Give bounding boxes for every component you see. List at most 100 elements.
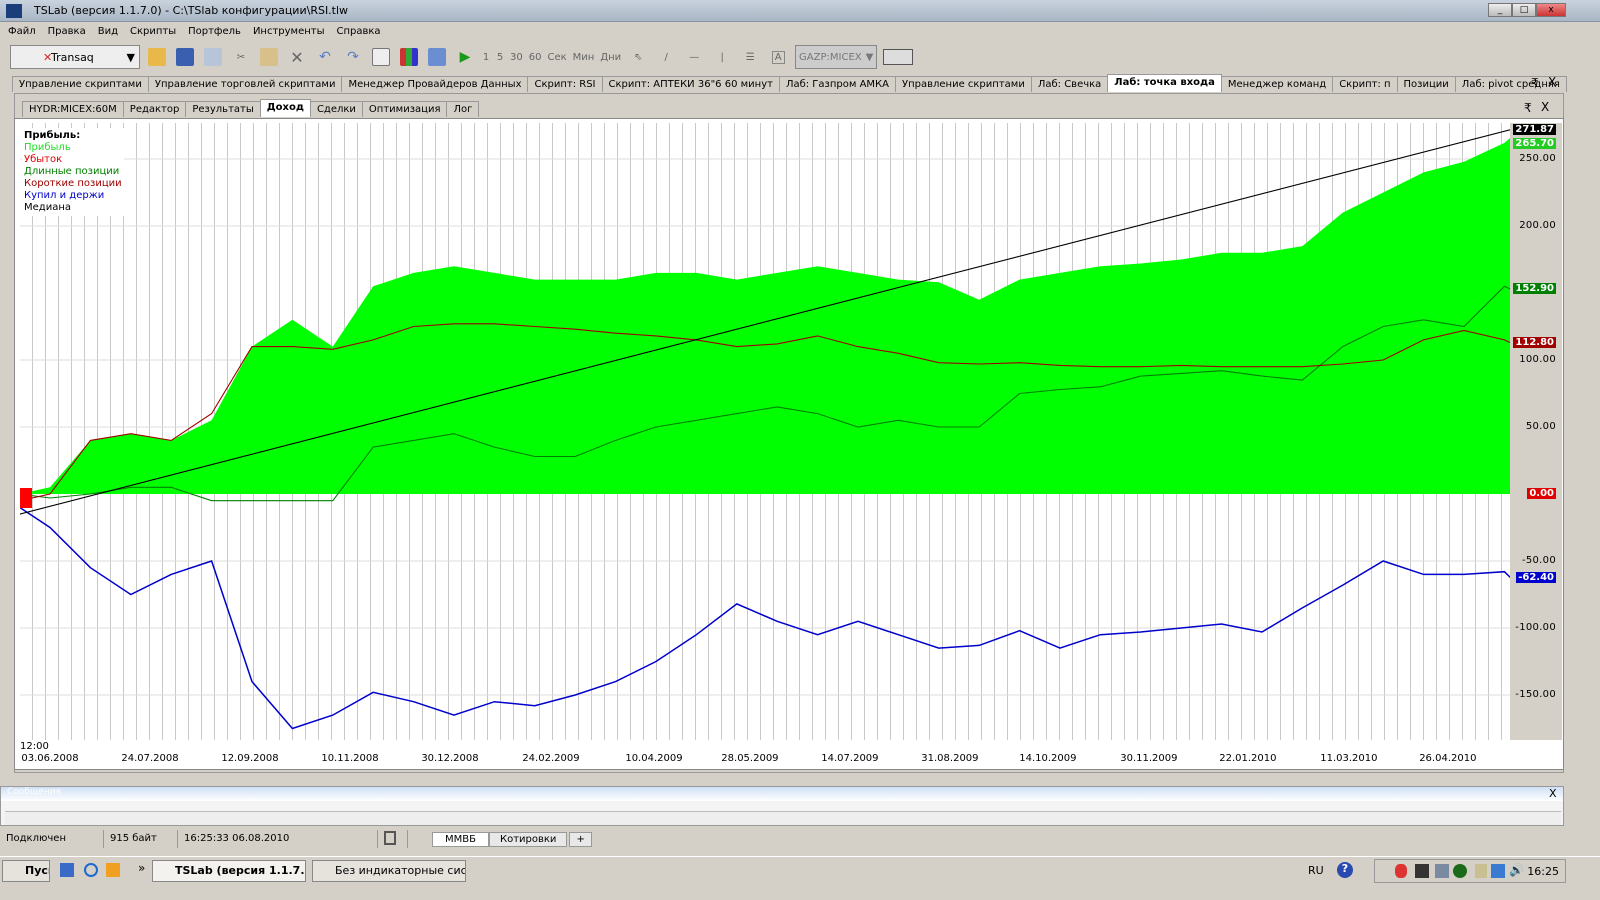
panel-close-button[interactable]: X — [1541, 100, 1549, 114]
connector-label: Transaq — [51, 50, 94, 64]
last-value-tag-2: 112.80 — [1513, 336, 1556, 348]
symbol-select[interactable]: GAZP:MICEX ▼ — [795, 45, 878, 69]
document-tab-8[interactable]: Лаб: точка входа — [1107, 74, 1222, 92]
run-button[interactable]: ▶ — [454, 45, 476, 69]
document-tab-7[interactable]: Лаб: Свечка — [1030, 76, 1109, 92]
language-indicator[interactable]: RU — [1308, 864, 1324, 877]
paste-button[interactable] — [258, 45, 280, 69]
lab-tab-2[interactable]: Результаты — [185, 101, 261, 117]
quicklaunch-chevron[interactable]: » — [138, 861, 145, 875]
redo-button[interactable]: ↷ — [342, 45, 364, 69]
interval-5[interactable]: 5 — [496, 45, 504, 69]
add-tab-button[interactable]: + — [569, 831, 592, 847]
lab-tab-5[interactable]: Оптимизация — [361, 101, 448, 117]
volume-icon[interactable]: 🔊 — [1509, 863, 1524, 877]
lab-tab-0[interactable]: HYDR:MICEX:60M — [22, 101, 124, 117]
line-tool[interactable]: / — [655, 45, 677, 69]
delete-button[interactable]: ✕ — [286, 45, 308, 69]
x-tick-label: 24.02.2009 — [522, 753, 580, 764]
text-tool[interactable]: A — [767, 45, 789, 69]
unit-days[interactable]: Дни — [600, 45, 621, 69]
rocket-icon[interactable] — [1435, 864, 1449, 878]
media-player-icon[interactable] — [106, 863, 120, 877]
y-tick-label: -50.00 — [1521, 555, 1556, 566]
ie-icon[interactable] — [84, 863, 98, 877]
unit-seconds[interactable]: Сек — [547, 45, 566, 69]
y-tick-label: 250.00 — [1519, 153, 1556, 164]
interval-1[interactable]: 1 — [482, 45, 490, 69]
unit-minutes[interactable]: Мин — [573, 45, 595, 69]
color-picker[interactable] — [883, 49, 914, 65]
document-tab-2[interactable]: Менеджер Провайдеров Данных — [341, 76, 529, 92]
diagram-button[interactable] — [426, 45, 448, 69]
tab-quotes[interactable]: Котировки — [488, 831, 568, 847]
fibonacci-tool[interactable]: ☰ — [739, 45, 761, 69]
menu-scripts[interactable]: Скрипты — [130, 23, 176, 41]
document-tab-4[interactable]: Скрипт: АПТЕКИ 36"6 60 минут — [601, 76, 780, 92]
menu-bar: Файл Правка Вид Скрипты Портфель Инструм… — [0, 23, 1600, 41]
maximize-button[interactable]: □ — [1512, 3, 1536, 17]
hline-tool[interactable]: — — [683, 45, 705, 69]
start-button[interactable]: Пуск — [2, 860, 50, 882]
document-tab-10[interactable]: Скрипт: п — [1332, 76, 1398, 92]
task-browser[interactable]: Без индикаторные сист... — [312, 860, 466, 882]
chart-button[interactable] — [398, 45, 420, 69]
lab-tab-1[interactable]: Редактор — [122, 101, 187, 117]
document-tab-9[interactable]: Менеджер команд — [1220, 76, 1334, 92]
document-tab-5[interactable]: Лаб: Газпром АМКА — [778, 76, 896, 92]
power-icon[interactable] — [1475, 864, 1487, 878]
legend-median: Медиана — [24, 202, 71, 213]
legend-buy-hold: Купил и держи — [24, 190, 105, 201]
interval-30[interactable]: 30 — [510, 45, 523, 69]
menu-edit[interactable]: Правка — [48, 23, 86, 41]
x-tick-label: 26.04.2010 — [1419, 753, 1477, 764]
connector-dropdown[interactable]: ✕ Transaq ▼ — [10, 45, 140, 69]
start-label: Пуск — [25, 864, 49, 877]
antivirus-icon[interactable] — [1395, 864, 1407, 878]
document-tab-0[interactable]: Управление скриптами — [12, 76, 149, 92]
pointer-tool[interactable]: ⇖ — [627, 45, 649, 69]
menu-view[interactable]: Вид — [98, 23, 118, 41]
tab-micex[interactable]: ММВБ — [432, 831, 489, 847]
undo-button[interactable]: ↶ — [314, 45, 336, 69]
lab-tab-3[interactable]: Доход — [259, 99, 311, 117]
panel-menu-button[interactable]: ₹ — [1524, 101, 1532, 115]
cut-button[interactable]: ✂ — [230, 45, 252, 69]
tab-list-button[interactable]: ₹ — [1531, 76, 1539, 90]
clock[interactable]: 16:25 — [1527, 865, 1559, 878]
vline-tool[interactable]: | — [711, 45, 733, 69]
horizontal-scrollbar[interactable] — [5, 811, 1561, 825]
interval-60[interactable]: 60 — [529, 45, 542, 69]
menu-help[interactable]: Справка — [337, 23, 381, 41]
menu-tools[interactable]: Инструменты — [253, 23, 325, 41]
save-button[interactable] — [174, 45, 196, 69]
status-indicator — [378, 830, 408, 848]
minimize-button[interactable]: _ — [1488, 3, 1512, 17]
close-window-button[interactable]: x — [1536, 3, 1566, 17]
network-icon[interactable] — [1491, 864, 1505, 878]
task-tslab[interactable]: TSLab (версия 1.1.7.0... — [152, 860, 306, 882]
help-icon[interactable]: ? — [1337, 862, 1353, 878]
network-icon — [428, 48, 446, 66]
properties-button[interactable] — [370, 45, 392, 69]
document-tab-1[interactable]: Управление торговлей скриптами — [147, 76, 343, 92]
bug-icon[interactable] — [1453, 864, 1467, 878]
mail-icon[interactable] — [1415, 864, 1429, 878]
open-button[interactable] — [146, 45, 168, 69]
document-tab-3[interactable]: Скрипт: RSI — [527, 76, 603, 92]
lab-tab-4[interactable]: Сделки — [309, 101, 363, 117]
plot-area[interactable] — [19, 123, 1512, 740]
close-tab-button[interactable]: X — [1548, 75, 1556, 89]
copy-button[interactable] — [202, 45, 224, 69]
menu-portfolio[interactable]: Портфель — [188, 23, 241, 41]
document-tab-6[interactable]: Управление скриптами — [894, 76, 1032, 92]
redo-icon: ↷ — [347, 49, 359, 65]
last-value-tag-0: 265.70 — [1513, 137, 1556, 149]
menu-file[interactable]: Файл — [8, 23, 36, 41]
vertical-line-icon: | — [720, 51, 724, 63]
show-desktop-icon[interactable] — [60, 863, 74, 877]
messages-close-button[interactable]: X — [1549, 787, 1557, 800]
chevron-down-icon: ▼ — [126, 50, 135, 64]
lab-tab-6[interactable]: Лог — [446, 101, 480, 117]
document-tab-11[interactable]: Позиции — [1396, 76, 1456, 92]
